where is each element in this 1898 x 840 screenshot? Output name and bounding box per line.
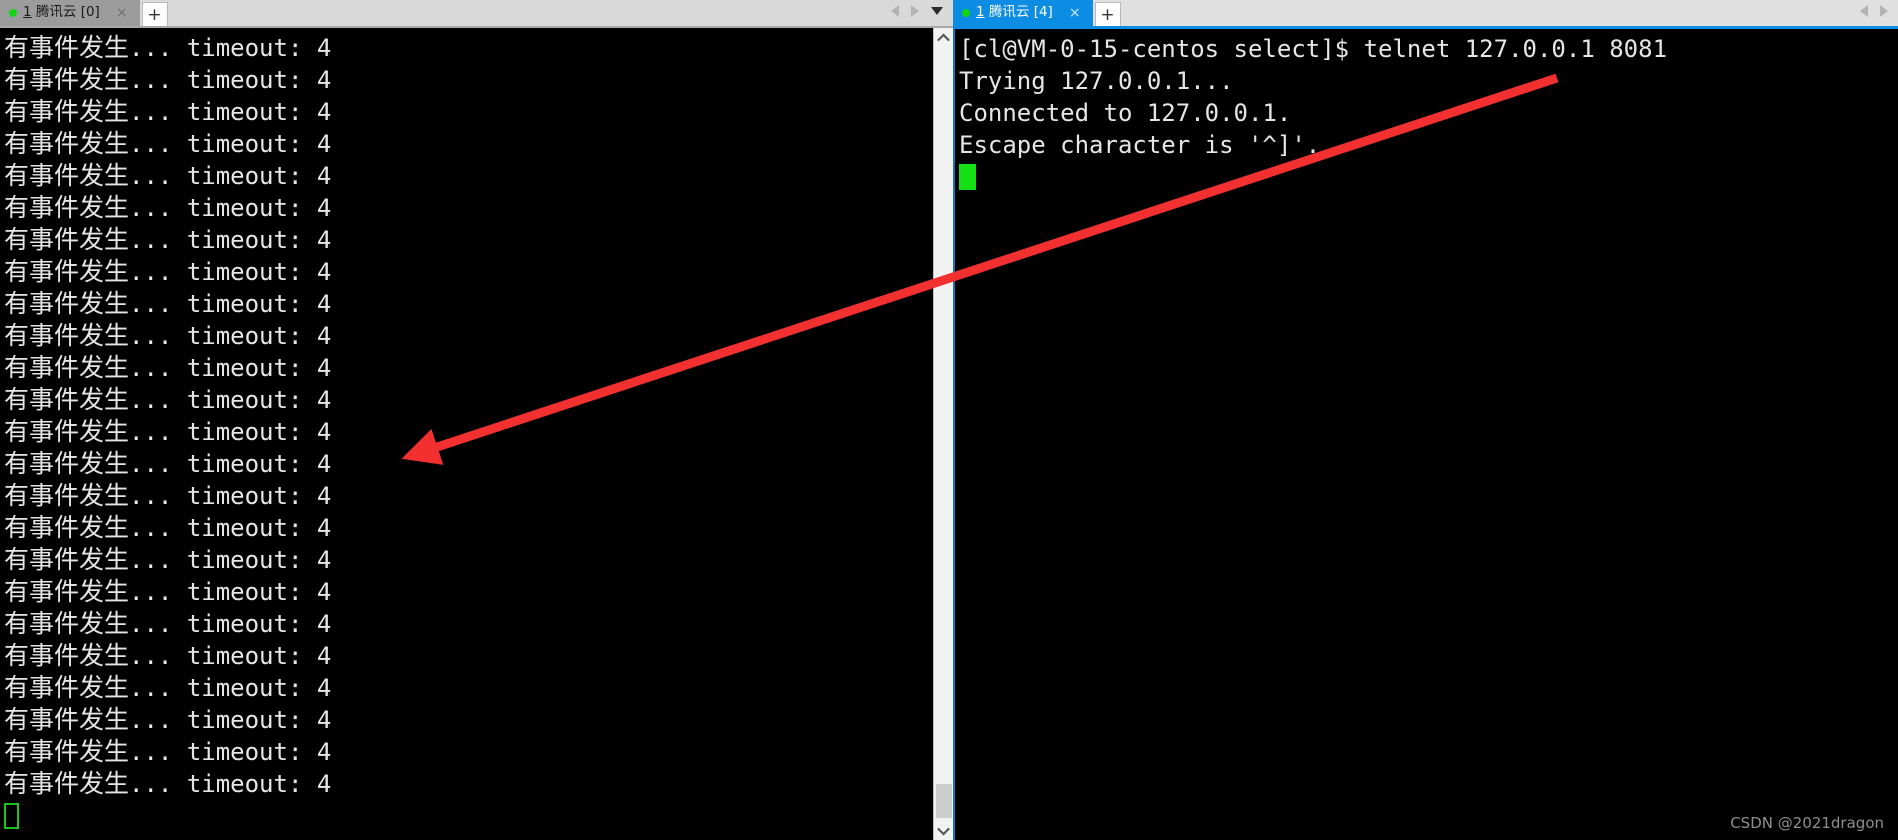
terminal-line: 有事件发生... timeout: 4 <box>4 673 332 702</box>
left-tab-list-chevron-down-icon[interactable] <box>931 7 943 15</box>
terminal-line: 有事件发生... timeout: 4 <box>4 449 332 478</box>
terminal-line: 有事件发生... timeout: 4 <box>4 705 332 734</box>
left-terminal-area: 有事件发生... timeout: 4 有事件发生... timeout: 4 有事… <box>0 28 953 840</box>
terminal-cursor-line <box>4 800 933 832</box>
left-scroll-up-button[interactable] <box>934 28 954 48</box>
right-prev-tab-arrow-icon[interactable] <box>1860 5 1868 17</box>
left-tab-close-icon[interactable]: × <box>106 6 134 20</box>
right-terminal-window: 1 腾讯云 [4] × + [cl@VM-0-15-centos select]… <box>953 0 1898 840</box>
terminal-cursor <box>4 803 19 829</box>
left-vertical-scrollbar[interactable] <box>933 28 953 840</box>
right-terminal-area: [cl@VM-0-15-centos select]$ telnet 127.0… <box>953 29 1898 840</box>
left-tab-label: 1 腾讯云 [0] <box>23 4 100 21</box>
terminal-line: 有事件发生... timeout: 4 <box>4 545 332 574</box>
left-tab-bar: 1 腾讯云 [0] × + <box>0 0 953 26</box>
terminal-line: 有事件发生... timeout: 4 <box>4 257 332 286</box>
right-tab-close-icon[interactable]: × <box>1059 6 1087 20</box>
terminal-line: Escape character is '^]'. <box>959 131 1321 159</box>
terminal-line: 有事件发生... timeout: 4 <box>4 609 332 638</box>
terminal-line: 有事件发生... timeout: 4 <box>4 65 332 94</box>
terminal-line: 有事件发生... timeout: 4 <box>4 577 332 606</box>
left-tab-tencent-cloud-0[interactable]: 1 腾讯云 [0] × <box>0 0 140 26</box>
terminal-line: 有事件发生... timeout: 4 <box>4 641 332 670</box>
right-next-tab-arrow-icon[interactable] <box>1880 5 1888 17</box>
terminal-line: 有事件发生... timeout: 4 <box>4 321 332 350</box>
left-scrollbar-thumb[interactable] <box>935 784 952 818</box>
terminal-line: 有事件发生... timeout: 4 <box>4 225 332 254</box>
left-new-tab-button[interactable]: + <box>141 2 168 26</box>
right-tab-nav <box>1860 0 1898 26</box>
right-tab-bar: 1 腾讯云 [4] × + <box>953 0 1898 26</box>
left-tab-nav <box>891 0 953 26</box>
terminal-cursor <box>959 164 976 190</box>
left-scroll-down-button[interactable] <box>934 820 954 840</box>
left-terminal-window: 1 腾讯云 [0] × + 有事件发生... timeout: 4 有事件发生..… <box>0 0 953 840</box>
right-terminal-output[interactable]: [cl@VM-0-15-centos select]$ telnet 127.0… <box>953 29 1898 840</box>
terminal-line: 有事件发生... timeout: 4 <box>4 289 332 318</box>
tab-status-dot-icon <box>962 9 970 17</box>
left-prev-tab-arrow-icon[interactable] <box>891 5 899 17</box>
right-tab-tencent-cloud-4[interactable]: 1 腾讯云 [4] × <box>953 0 1093 26</box>
terminal-line: 有事件发生... timeout: 4 <box>4 97 332 126</box>
left-scrollbar-track[interactable] <box>934 48 954 820</box>
terminal-line: Trying 127.0.0.1... <box>959 67 1234 95</box>
chevron-up-icon <box>937 33 950 46</box>
terminal-line: 有事件发生... timeout: 4 <box>4 417 332 446</box>
terminal-line: 有事件发生... timeout: 4 <box>4 33 332 62</box>
terminal-line: 有事件发生... timeout: 4 <box>4 353 332 382</box>
left-terminal-output[interactable]: 有事件发生... timeout: 4 有事件发生... timeout: 4 有事… <box>0 28 933 840</box>
tab-status-dot-icon <box>9 9 17 17</box>
terminal-line: 有事件发生... timeout: 4 <box>4 161 332 190</box>
app-root: 1 腾讯云 [0] × + 有事件发生... timeout: 4 有事件发生..… <box>0 0 1898 840</box>
terminal-line: 有事件发生... timeout: 4 <box>4 129 332 158</box>
chevron-down-icon <box>937 822 950 835</box>
terminal-line: [cl@VM-0-15-centos select]$ telnet 127.0… <box>959 35 1668 63</box>
right-tab-label: 1 腾讯云 [4] <box>976 4 1053 21</box>
right-new-tab-button[interactable]: + <box>1094 2 1121 26</box>
terminal-line: 有事件发生... timeout: 4 <box>4 769 332 798</box>
terminal-line: 有事件发生... timeout: 4 <box>4 385 332 414</box>
csdn-watermark: CSDN @2021dragon <box>1730 814 1884 832</box>
terminal-cursor-line <box>959 161 1898 193</box>
terminal-line: Connected to 127.0.0.1. <box>959 99 1292 127</box>
terminal-line: 有事件发生... timeout: 4 <box>4 481 332 510</box>
terminal-line: 有事件发生... timeout: 4 <box>4 513 332 542</box>
terminal-line: 有事件发生... timeout: 4 <box>4 193 332 222</box>
terminal-line: 有事件发生... timeout: 4 <box>4 737 332 766</box>
left-next-tab-arrow-icon[interactable] <box>911 5 919 17</box>
